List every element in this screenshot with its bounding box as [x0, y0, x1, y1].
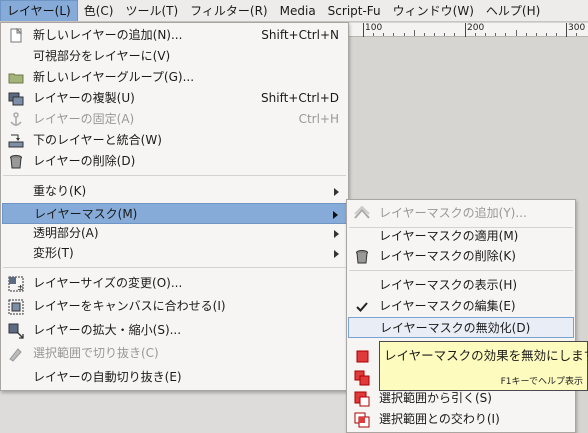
duplicate-layer-icon [8, 91, 24, 107]
menu-script-fu[interactable]: Script-Fu [322, 0, 387, 21]
add-mask-icon [354, 205, 370, 222]
submenu-item-intersect-with-selection[interactable]: 選択範囲との交わり(I) [348, 409, 574, 430]
menu-item-transparency[interactable]: 透明部分(A) [2, 223, 347, 244]
svg-text:±: ± [17, 283, 24, 292]
crop-icon [8, 346, 24, 362]
mask-to-selection-icon [354, 348, 370, 364]
submenu-arrow-icon [334, 250, 339, 258]
folder-icon [8, 70, 24, 86]
tooltip-help-hint: F1キーでヘルプ表示 [500, 377, 583, 387]
menu-item-merge-down[interactable]: 下のレイヤーと統合(W) [2, 130, 347, 151]
submenu-item-delete-mask[interactable]: レイヤーマスクの削除(K) [348, 246, 574, 267]
menu-item-transform[interactable]: 変形(T) [2, 243, 347, 264]
layer-resize-icon: ± [8, 276, 24, 292]
submenu-item-add-mask[interactable]: レイヤーマスクの追加(Y)... [348, 203, 574, 224]
menu-media[interactable]: Media [274, 0, 322, 21]
menu-item-layer-boundary-size[interactable]: ± レイヤーサイズの変更(O)... [2, 273, 347, 294]
submenu-item-apply-mask[interactable]: レイヤーマスクの適用(M) [348, 226, 574, 247]
menubar: レイヤー(L) 色(C) ツール(T) フィルター(R) Media Scrip… [0, 0, 588, 22]
tooltip: レイヤーマスクの効果を無効にします F1キーでヘルプ表示 [379, 341, 588, 391]
checkmark-icon [354, 299, 370, 315]
submenu-item-edit-mask[interactable]: レイヤーマスクの編集(E) [348, 296, 574, 317]
menu-item-stack[interactable]: 重なり(K) [2, 181, 347, 202]
menu-tools[interactable]: ツール(T) [119, 0, 184, 21]
menu-colors[interactable]: 色(C) [78, 0, 120, 21]
menu-item-visible-to-layer[interactable]: 可視部分をレイヤーに(V) [2, 46, 347, 67]
trash-icon [8, 154, 24, 170]
menu-windows[interactable]: ウィンドウ(W) [387, 0, 480, 21]
submenu-item-show-mask[interactable]: レイヤーマスクの表示(H) [348, 275, 574, 296]
new-layer-icon [8, 27, 24, 44]
menu-item-layer-to-image-size[interactable]: レイヤーをキャンバスに合わせる(I) [2, 296, 347, 317]
anchor-icon [8, 112, 24, 128]
submenu-item-subtract-from-selection[interactable]: 選択範囲から引く(S) [348, 388, 574, 409]
scale-layer-icon [8, 323, 24, 339]
horizontal-ruler: 100 200 300 [348, 23, 588, 37]
submenu-arrow-icon [334, 230, 339, 238]
menu-item-delete-layer[interactable]: レイヤーの削除(D) [2, 151, 347, 172]
menu-filters[interactable]: フィルター(R) [184, 0, 273, 21]
layer-menu: 新しいレイヤーの追加(N)... Shift+Ctrl+N 可視部分をレイヤーに… [0, 22, 349, 391]
menu-separator [349, 270, 573, 271]
layer-mask-submenu: レイヤーマスクの追加(Y)... レイヤーマスクの適用(M) レイヤーマスクの削… [346, 199, 576, 433]
merge-down-icon [8, 133, 24, 149]
submenu-arrow-icon [334, 188, 339, 196]
tooltip-text: レイヤーマスクの効果を無効にします [384, 348, 588, 363]
menu-help[interactable]: ヘルプ(H) [480, 0, 546, 21]
menu-item-new-layer[interactable]: 新しいレイヤーの追加(N)... Shift+Ctrl+N [2, 25, 347, 46]
selection-add-icon [354, 370, 370, 386]
trash-icon [354, 249, 370, 265]
menu-layer[interactable]: レイヤー(L) [0, 0, 78, 21]
submenu-item-disable-mask[interactable]: レイヤーマスクの無効化(D) [348, 317, 574, 338]
menu-item-new-layer-group[interactable]: 新しいレイヤーグループ(G)... [2, 67, 347, 88]
menu-separator [3, 267, 346, 268]
submenu-arrow-icon [333, 211, 338, 219]
menu-item-crop-to-selection[interactable]: 選択範囲で切り抜き(C) [2, 343, 347, 364]
menu-item-crop-to-content[interactable]: レイヤーの自動切り抜き(E) [2, 367, 347, 388]
layer-to-canvas-icon [8, 299, 24, 315]
menu-item-anchor-layer[interactable]: レイヤーの固定(A) Ctrl+H [2, 109, 347, 130]
menu-item-layer-mask[interactable]: レイヤーマスク(M) [2, 203, 347, 224]
selection-intersect-icon [354, 412, 370, 428]
menu-separator [3, 175, 346, 176]
selection-subtract-icon [354, 391, 370, 407]
menu-item-duplicate-layer[interactable]: レイヤーの複製(U) Shift+Ctrl+D [2, 88, 347, 109]
menu-item-scale-layer[interactable]: レイヤーの拡大・縮小(S)... [2, 320, 347, 341]
